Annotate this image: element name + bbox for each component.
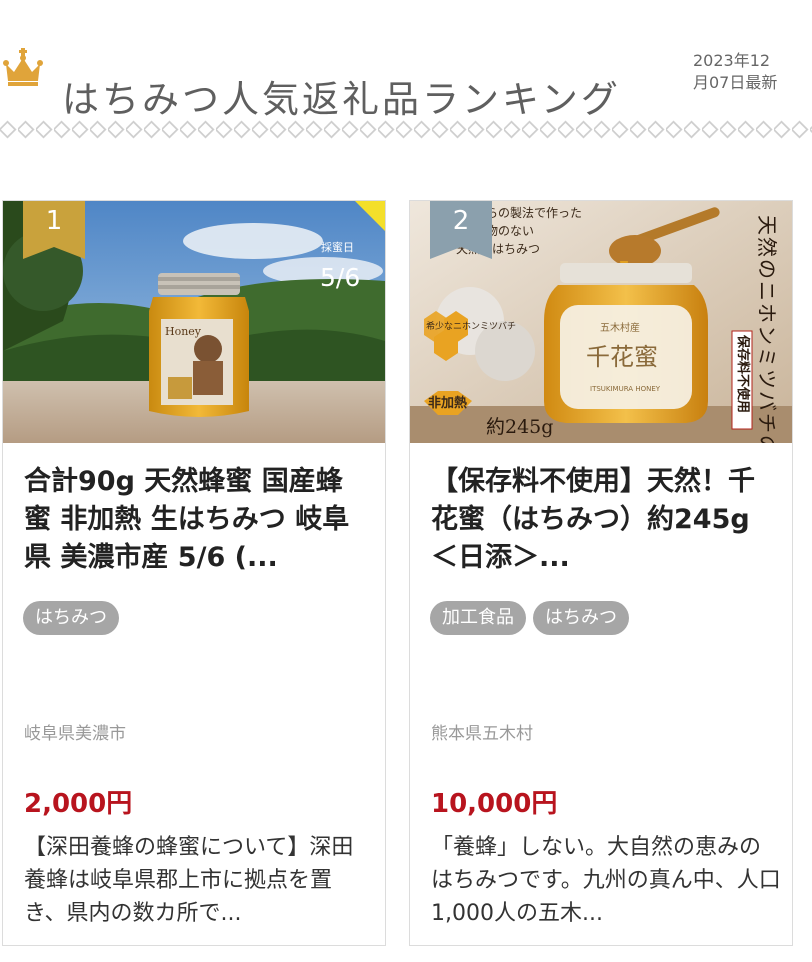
ranking-header: はちみつ人気返礼品ランキング 2023年12 月07日最新 [0, 0, 812, 142]
updated-date-line1: 2023年12 [693, 51, 771, 70]
harvest-date-value: 5/6 [320, 263, 360, 292]
ranking-card-2[interactable]: 昔ながらの製法で作った 添加物のない 天然のはちみつ 五木村産 千花蜜 ITSU… [409, 200, 793, 946]
category-tags: はちみつ [23, 601, 119, 635]
product-location: 岐阜県美濃市 [24, 724, 126, 744]
updated-date: 2023年12 月07日最新 [693, 50, 808, 94]
vertical-title: 天然のニホンミツバチのはちみつ [755, 215, 779, 443]
rank-badge: 1 [23, 201, 85, 259]
badge-unheated: 非加熱 [428, 395, 467, 411]
rank-number: 1 [45, 206, 63, 236]
category-tags: 加工食品 はちみつ [430, 601, 629, 635]
category-tag[interactable]: はちみつ [23, 601, 119, 635]
badge-rare: 希少なニホンミツバチ [426, 320, 516, 332]
product-location: 熊本県五木村 [431, 724, 533, 744]
updated-date-line2: 月07日最新 [693, 73, 778, 92]
weight-label: 約245g [486, 416, 553, 438]
crown-icon [2, 48, 46, 88]
harvest-date-label: 採蜜日 [321, 240, 354, 254]
jar-sub: ITSUKIMURA HONEY [590, 385, 661, 393]
category-tag[interactable]: はちみつ [533, 601, 629, 635]
ranking-card-1[interactable]: Honey 採蜜日 5/6 1 合計90g 天然蜂蜜 国産蜂蜜 非加熱 生はちみ… [2, 200, 386, 946]
category-tag[interactable]: 加工食品 [430, 601, 526, 635]
rank-number: 2 [452, 206, 470, 236]
decorative-divider [0, 120, 812, 142]
product-price: 2,000円 [24, 789, 133, 819]
product-name[interactable]: 【保存料不使用】天然！千花蜜（はちみつ）約245g＜日添＞... [431, 463, 776, 577]
rank-badge: 2 [430, 201, 492, 259]
page-title: はちみつ人気返礼品ランキング [62, 77, 621, 121]
product-price: 10,000円 [431, 789, 558, 819]
jar-name: 千花蜜 [586, 343, 658, 371]
product-description: 【深田養蜂の蜂蜜について】深田養蜂は岐阜県郡上市に拠点を置き、県内の数カ所で..… [24, 835, 354, 926]
jar-label-text: Honey [165, 325, 202, 338]
jar-village: 五木村産 [600, 321, 640, 334]
product-description: 「養蜂」しない。大自然の恵みのはちみつです。九州の真ん中、人口1,000人の五木… [431, 835, 781, 926]
product-name[interactable]: 合計90g 天然蜂蜜 国産蜂蜜 非加熱 生はちみつ 岐阜県 美濃市産 5/6 (… [24, 463, 369, 577]
no-preservative-label: 保存料不使用 [735, 334, 751, 413]
